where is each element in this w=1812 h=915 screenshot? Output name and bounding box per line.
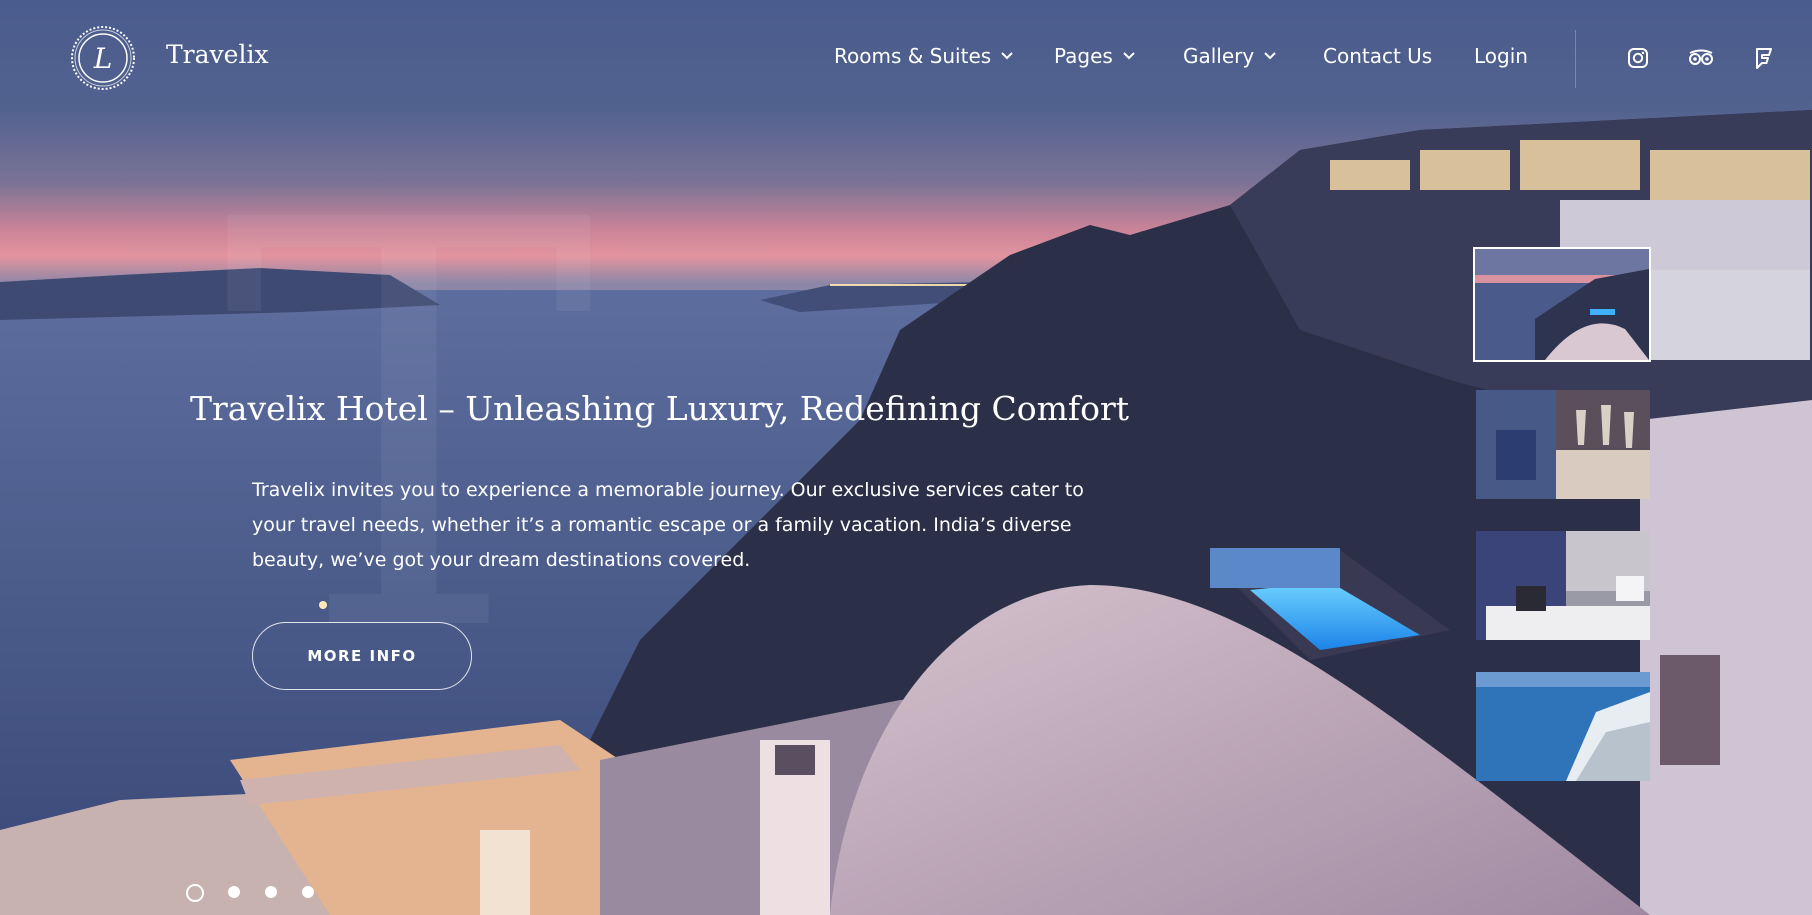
dining-glasses-thumbnail xyxy=(1476,390,1650,499)
chevron-down-icon xyxy=(1001,52,1013,60)
thumbnail-dining-glasses[interactable] xyxy=(1476,390,1650,499)
hotel-bedroom-thumbnail xyxy=(1476,531,1650,640)
nav-gallery[interactable]: Gallery xyxy=(1183,44,1276,68)
nav-contact-us-label: Contact Us xyxy=(1323,44,1433,68)
nav-divider xyxy=(1575,30,1576,88)
logo-letter: L xyxy=(93,42,113,75)
nav-login-label: Login xyxy=(1474,44,1528,68)
nav-gallery-label: Gallery xyxy=(1183,44,1255,68)
slide-dot-1[interactable] xyxy=(186,884,204,902)
tripadvisor-icon[interactable] xyxy=(1688,47,1714,69)
site-header: L Travelix Rooms & Suites Pages Gallery … xyxy=(0,0,1812,118)
nav-pages[interactable]: Pages xyxy=(1054,44,1135,68)
more-info-button[interactable]: MORE INFO xyxy=(252,622,472,690)
slide-dot-2[interactable] xyxy=(228,886,240,898)
hero-description: Travelix invites you to experience a mem… xyxy=(252,479,1084,571)
slide-dot-3[interactable] xyxy=(265,886,277,898)
brand-name[interactable]: Travelix xyxy=(166,40,269,69)
thumbnail-sunset-terrace[interactable] xyxy=(1473,247,1651,362)
nav-contact-us[interactable]: Contact Us xyxy=(1323,44,1432,68)
thumbnail-hotel-bedroom[interactable] xyxy=(1476,531,1650,640)
nav-pages-label: Pages xyxy=(1054,44,1113,68)
thumbnail-coastal-village[interactable] xyxy=(1476,672,1650,781)
coastal-village-thumbnail xyxy=(1476,672,1650,781)
slide-dot-4[interactable] xyxy=(302,886,314,898)
instagram-icon[interactable] xyxy=(1627,47,1649,69)
nav-rooms-suites[interactable]: Rooms & Suites xyxy=(834,44,1013,68)
brand-logo-icon[interactable]: L xyxy=(68,21,138,95)
sunset-terrace-thumbnail xyxy=(1475,249,1649,360)
foursquare-icon[interactable] xyxy=(1753,47,1775,69)
nav-rooms-suites-label: Rooms & Suites xyxy=(834,44,992,68)
chevron-down-icon xyxy=(1264,52,1276,60)
nav-login[interactable]: Login xyxy=(1474,44,1528,68)
chevron-down-icon xyxy=(1123,52,1135,60)
hero-headline: Travelix Hotel – Unleashing Luxury, Rede… xyxy=(190,389,1130,428)
